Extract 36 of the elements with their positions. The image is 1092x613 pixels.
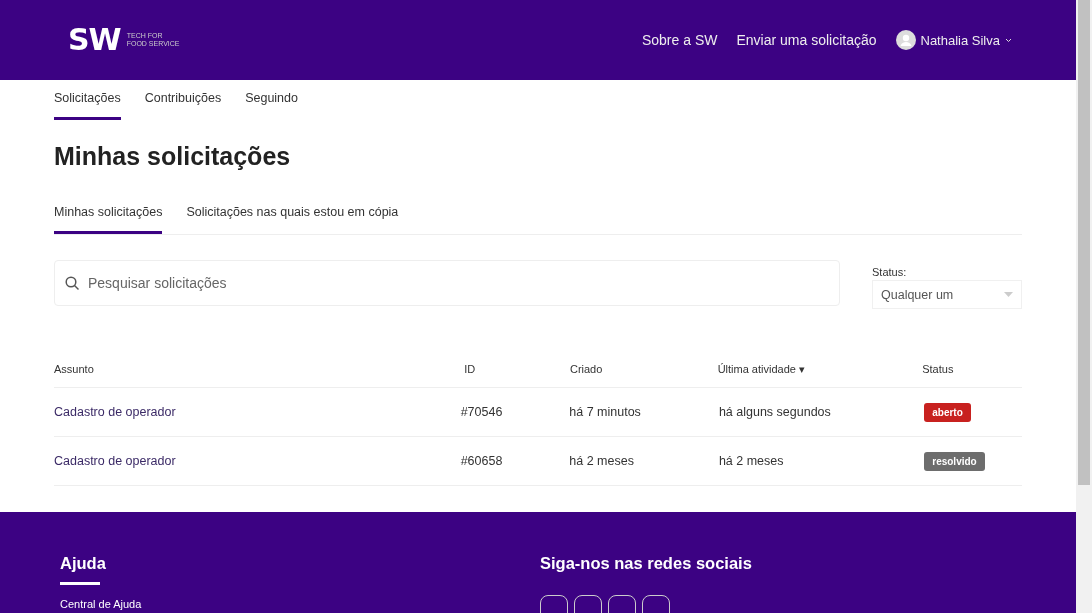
column-header[interactable]: Criado xyxy=(569,363,718,375)
scrollbar-thumb[interactable] xyxy=(1078,0,1090,485)
column-header[interactable]: Status xyxy=(922,363,1022,375)
profile-tab[interactable]: Contribuições xyxy=(144,80,222,120)
footer-heading: Siga-nos nas redes sociais xyxy=(540,554,753,573)
page-title: Minhas solicitações xyxy=(54,142,292,171)
search-icon xyxy=(65,276,80,291)
request-tab[interactable]: Minhas solicitações xyxy=(54,195,163,234)
table-cell-text: há alguns segundos xyxy=(717,405,832,419)
request-link[interactable]: Cadastro de operador xyxy=(54,454,456,468)
request-tab[interactable]: Solicitações nas quais estou em cópia xyxy=(186,195,399,234)
caret-icon xyxy=(1005,37,1012,43)
table-cell-text: #70546 xyxy=(459,405,504,419)
footer-link[interactable]: Central de Ajuda xyxy=(60,598,540,610)
avatar-icon[interactable] xyxy=(895,30,916,50)
logo-text[interactable]: SW xyxy=(68,25,121,55)
nav-link[interactable]: Sobre a SW xyxy=(641,32,718,48)
profile-tab[interactable]: Seguindo xyxy=(245,80,298,120)
profile-tab[interactable]: Solicitações xyxy=(54,80,121,120)
table-cell-text: #60658 xyxy=(459,454,504,468)
user-menu[interactable]: Nathalia Silva xyxy=(920,32,1000,48)
status-badge: resolvido xyxy=(924,452,985,471)
nav-link[interactable]: Enviar uma solicitação xyxy=(736,32,877,48)
table-cell-text: há 7 minutos xyxy=(568,405,642,419)
column-header[interactable]: ID xyxy=(464,363,570,375)
status-badge: aberto xyxy=(924,403,971,422)
search-field[interactable]: Pesquisar solicitações xyxy=(54,260,840,306)
footer-heading: Ajuda xyxy=(60,554,107,573)
status-dropdown[interactable]: Qualquer um xyxy=(872,280,1022,309)
status-label: Status: xyxy=(872,266,908,278)
dropdown-caret-icon xyxy=(1004,292,1013,297)
column-header[interactable]: Assunto xyxy=(54,363,465,375)
column-header[interactable]: Última atividade ▾ xyxy=(717,362,923,376)
table-cell-text: há 2 meses xyxy=(717,454,785,468)
table-cell-text: há 2 meses xyxy=(568,454,635,468)
request-link[interactable]: Cadastro de operador xyxy=(54,405,456,419)
